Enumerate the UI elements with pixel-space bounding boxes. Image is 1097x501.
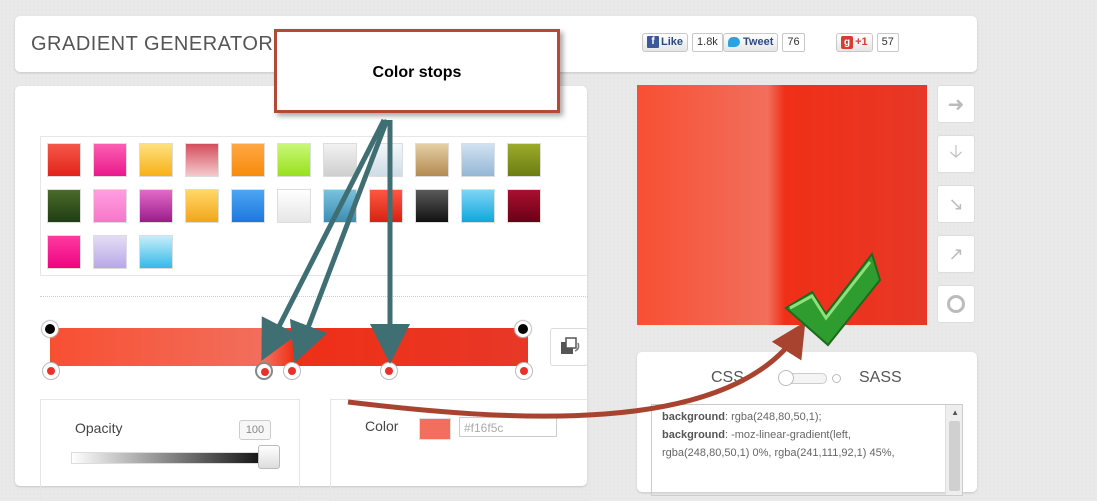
red-curved-arrow <box>347 321 806 419</box>
teal-arrow <box>261 118 387 361</box>
teal-arrows <box>261 118 410 364</box>
teal-arrow <box>289 119 390 364</box>
callout-text: Color stops <box>372 64 462 81</box>
annotation-callout: Color stops <box>274 29 560 113</box>
